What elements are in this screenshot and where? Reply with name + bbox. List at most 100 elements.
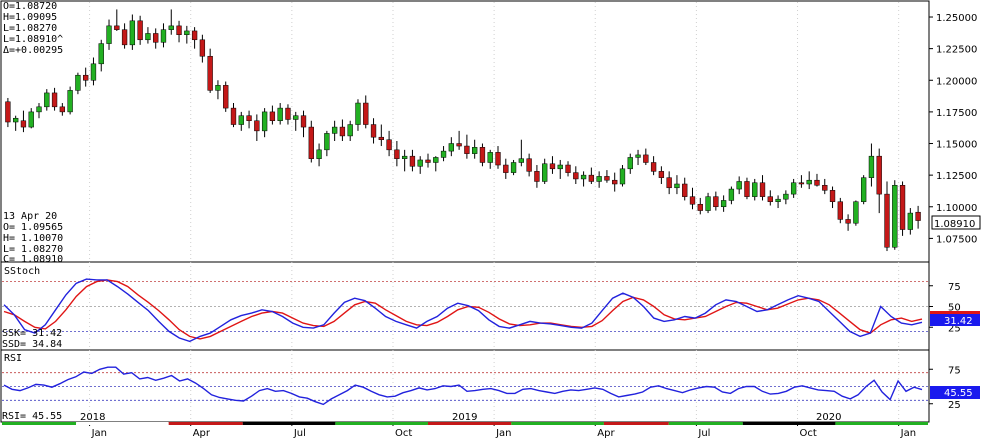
candle-body (137, 20, 143, 41)
strip-segment (668, 422, 743, 425)
time-tick-label: Jan (900, 428, 916, 439)
strip-segment (603, 422, 669, 425)
price-tick-label: 1.25000 (936, 13, 977, 24)
candle-body (775, 198, 781, 202)
price-chart: 755025 7525 1.250001.225001.200001.17500… (0, 0, 981, 439)
candle-body (526, 158, 532, 172)
candle-body (915, 211, 921, 221)
candle-body (705, 196, 711, 211)
rsi-box-value: 45.55 (944, 388, 973, 399)
candle-body (549, 163, 556, 170)
candle-body (308, 126, 314, 159)
candle-body (487, 152, 493, 163)
candle-body (199, 39, 206, 57)
candle-body (565, 164, 571, 173)
candle-body (293, 115, 299, 120)
candle-body (114, 25, 120, 30)
price-tick-label: 1.17500 (936, 108, 977, 119)
candle-body (90, 63, 97, 81)
candle-body (230, 107, 237, 125)
year-label-2020: 2020 (816, 412, 841, 423)
candle-body (28, 111, 34, 128)
rsi-value-box: 45.55 (930, 386, 980, 399)
candle-body (215, 85, 221, 91)
candle-body (316, 149, 322, 159)
ohlc-high: H=1.09095 (3, 12, 57, 23)
candle-body (635, 154, 641, 158)
time-tick-label: Jul (697, 428, 710, 439)
candle-body (261, 111, 268, 132)
strip-segment (76, 422, 169, 425)
stoch-value-box: 31.42 (930, 311, 980, 327)
candle-body (269, 111, 276, 121)
strip-segment (242, 422, 336, 425)
candle-body (13, 117, 19, 123)
candle-body (59, 106, 66, 113)
candle-body (339, 126, 346, 137)
candle-body (876, 155, 882, 195)
stoch-title: SStoch (4, 266, 40, 277)
candle-body (347, 124, 353, 137)
candle-body (744, 181, 750, 197)
candle-body (51, 92, 58, 108)
candle-body (409, 155, 416, 167)
candle-body (557, 164, 563, 170)
candle-body (783, 193, 789, 200)
last-price-box: 1.08910 (931, 215, 981, 230)
candle-body (682, 183, 688, 197)
candle-body (176, 25, 182, 35)
candle-body (580, 174, 587, 180)
stoch-box-value: 31.42 (944, 316, 973, 327)
candle-body (542, 163, 548, 182)
candle-body (448, 143, 454, 152)
candle-body (479, 147, 486, 163)
candle-body (837, 201, 843, 220)
strip-segment (511, 422, 604, 425)
candle-body (884, 193, 890, 248)
candle-body (892, 185, 898, 248)
candle-body (168, 25, 174, 30)
candle-body (285, 107, 291, 120)
price-tick-label: 1.12500 (936, 171, 977, 182)
candle-body (433, 157, 439, 163)
candle-body (464, 145, 470, 154)
time-tick-label: Apr (597, 428, 615, 439)
candle-body (417, 159, 423, 167)
last-price-value: 1.08910 (934, 219, 975, 230)
ohlc-readout-bottom: 13 Apr 20 O= 1.09565 H= 1.10070 L= 1.082… (3, 211, 63, 265)
candle-body (331, 126, 338, 134)
candle-body (868, 155, 875, 178)
candle-body (588, 174, 595, 182)
candle-body (899, 185, 906, 230)
candle-body (518, 158, 525, 163)
candle-body (238, 115, 244, 125)
price-tick-label: 1.22500 (936, 45, 977, 56)
time-tick-label: Oct (395, 428, 412, 439)
candle-body (658, 171, 665, 178)
candle-body (596, 176, 602, 182)
candle-body (619, 168, 626, 185)
candle-body (612, 179, 618, 185)
candle-body (254, 120, 260, 132)
candle-body (456, 143, 462, 147)
time-tick-label: Jul (293, 428, 306, 439)
strip-segment (168, 422, 243, 425)
candle-body (378, 136, 384, 140)
strip-segment (835, 422, 928, 425)
candle-body (20, 120, 27, 128)
candle-body (355, 102, 361, 125)
ssd-value: SSD= 34.84 (2, 339, 62, 350)
candle-body (650, 162, 657, 172)
candle-body (246, 115, 252, 121)
candle-body (604, 176, 610, 181)
candle-body (394, 149, 400, 159)
candle-body (223, 85, 229, 109)
bar-close: C= 1.08910 (3, 254, 63, 265)
candle-body (720, 200, 727, 208)
candle-body (853, 201, 859, 224)
candle-body (83, 74, 89, 81)
candle-body (370, 124, 377, 138)
candle-body (401, 155, 408, 159)
candle-body (767, 196, 773, 202)
candle-body (814, 179, 820, 186)
